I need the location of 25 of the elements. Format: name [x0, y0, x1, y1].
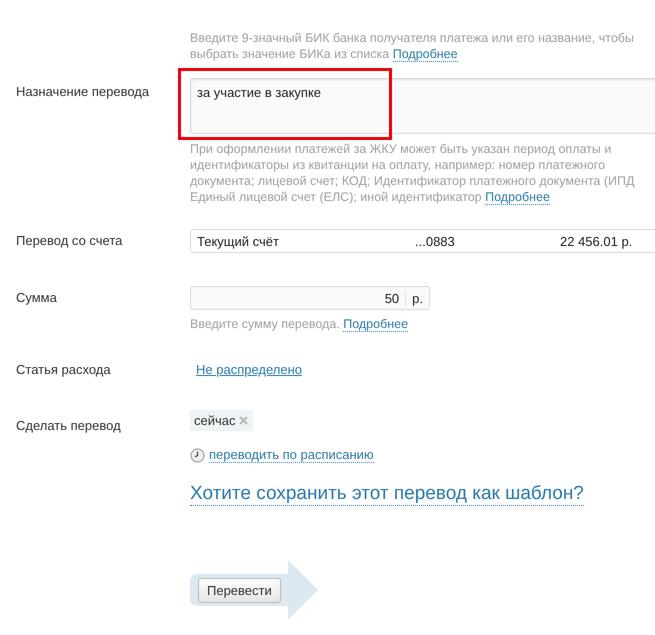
field-label: Статья расхода: [15, 362, 112, 377]
close-icon[interactable]: [238, 415, 248, 426]
hint-text: Введите 9-значный БИК банка получателя платежа или его название, чтобы: [190, 30, 634, 46]
purpose-field[interactable]: за участие в закупке: [190, 78, 655, 134]
details-link[interactable]: Подробнее: [392, 47, 458, 62]
field-label: Сумма: [15, 289, 58, 305]
hint-text: При оформлении платежей за ЖКУ может быть указан период оплаты и: [190, 141, 612, 157]
timing-chip[interactable]: сейчас: [190, 410, 252, 431]
field-label: Назначение перевода: [15, 83, 150, 99]
hint-text: идентификаторы из квитанции на оплату, например: номер платежного: [190, 157, 606, 173]
details-link[interactable]: Подробнее: [343, 317, 408, 332]
field-label: Сделать перевод: [15, 417, 122, 433]
field-label: Перевод со счета: [15, 232, 124, 248]
hint-text: выбрать значение БИКа из списка Подробнее: [190, 46, 458, 62]
details-link[interactable]: Подробнее: [485, 190, 550, 205]
schedule-link[interactable]: переводить по расписанию: [209, 447, 374, 463]
clock-icon: [190, 448, 205, 462]
save-template-link[interactable]: Хотите сохранить этот перевод как шаблон?: [190, 483, 584, 506]
hint-text: документа; лицевой счет; КОД; Идентификатор платежного документа (ИПД: [190, 173, 634, 189]
transfer-button[interactable]: Перевести: [198, 578, 281, 602]
account-select[interactable]: Текущий счёт ...0883 22 456.01 р.: [190, 229, 655, 253]
hint-text: Введите сумму перевода. Подробнее: [190, 316, 408, 332]
amount-field[interactable]: 50 р.: [190, 286, 430, 310]
expense-category-link[interactable]: Не распределено: [196, 362, 302, 377]
hint-text: Единый лицевой счет (ЕЛС); иной идентификатор Подробнее: [190, 189, 550, 205]
